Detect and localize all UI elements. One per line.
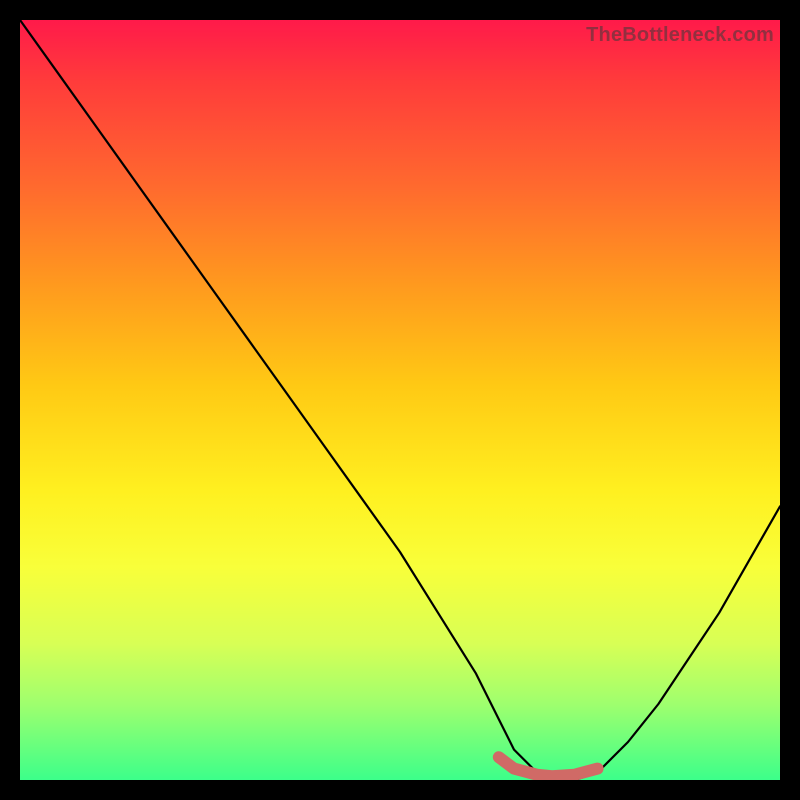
chart-svg — [20, 20, 780, 780]
chart-marker-segment — [499, 757, 598, 776]
chart-curve — [20, 20, 780, 780]
chart-frame: TheBottleneck.com — [20, 20, 780, 780]
